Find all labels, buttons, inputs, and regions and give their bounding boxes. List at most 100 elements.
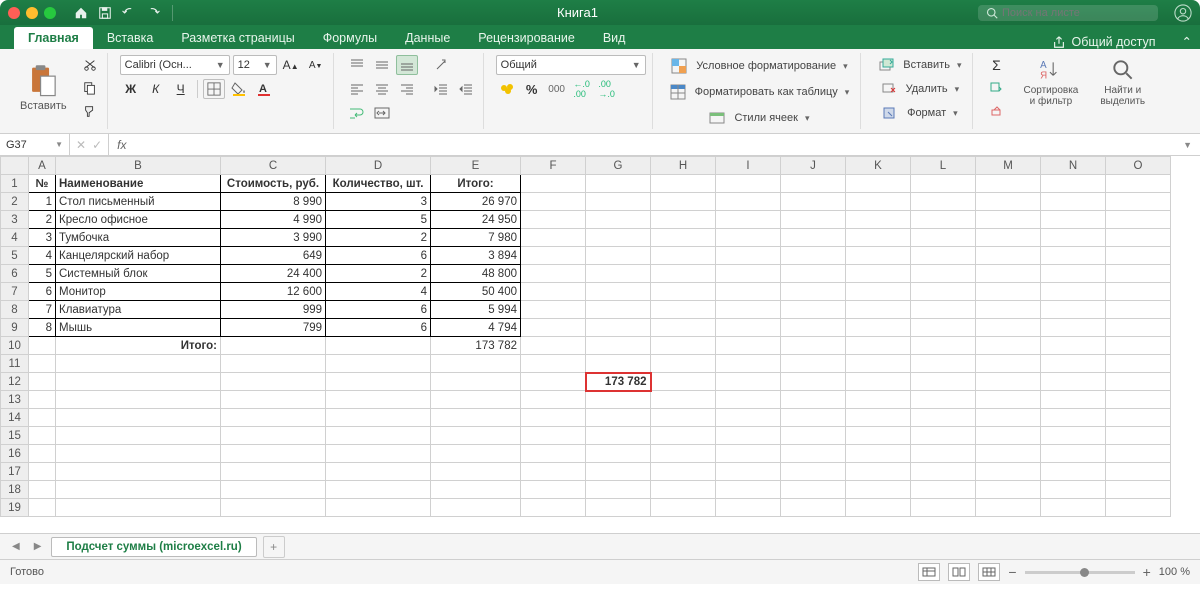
cell-B7[interactable]: Монитор xyxy=(56,283,221,301)
cell-I17[interactable] xyxy=(716,463,781,481)
cell-K15[interactable] xyxy=(846,427,911,445)
cell-E7[interactable]: 50 400 xyxy=(431,283,521,301)
fill-color-button[interactable] xyxy=(228,79,250,99)
cell-A4[interactable]: 3 xyxy=(29,229,56,247)
cell-K7[interactable] xyxy=(846,283,911,301)
cell-B13[interactable] xyxy=(56,391,221,409)
align-top-button[interactable] xyxy=(346,55,368,75)
decrease-decimal-button[interactable]: .00→.0 xyxy=(596,79,618,99)
font-color-button[interactable]: A xyxy=(253,79,275,99)
font-size-select[interactable]: 12▼ xyxy=(233,55,277,75)
tab-data[interactable]: Данные xyxy=(391,27,464,49)
fx-label[interactable]: fx xyxy=(109,138,134,152)
cell-F14[interactable] xyxy=(521,409,586,427)
cell-A3[interactable]: 2 xyxy=(29,211,56,229)
insert-cells-button[interactable]: Вставить▾ xyxy=(873,55,966,75)
cell-E11[interactable] xyxy=(431,355,521,373)
home-icon[interactable] xyxy=(72,4,90,22)
formula-input[interactable] xyxy=(134,134,1175,155)
cell-I18[interactable] xyxy=(716,481,781,499)
cell-E10[interactable]: 173 782 xyxy=(431,337,521,355)
cell-K9[interactable] xyxy=(846,319,911,337)
cell-L19[interactable] xyxy=(911,499,976,517)
cell-E1[interactable]: Итого: xyxy=(431,175,521,193)
cell-J14[interactable] xyxy=(781,409,846,427)
cell-F4[interactable] xyxy=(521,229,586,247)
cell-H10[interactable] xyxy=(651,337,716,355)
cell-A17[interactable] xyxy=(29,463,56,481)
page-break-view-button[interactable] xyxy=(978,563,1000,581)
cell-B9[interactable]: Мышь xyxy=(56,319,221,337)
cell-O13[interactable] xyxy=(1106,391,1171,409)
cell-O6[interactable] xyxy=(1106,265,1171,283)
cell-N12[interactable] xyxy=(1041,373,1106,391)
cell-E6[interactable]: 48 800 xyxy=(431,265,521,283)
currency-button[interactable] xyxy=(496,79,518,99)
cell-D5[interactable]: 6 xyxy=(326,247,431,265)
cell-K16[interactable] xyxy=(846,445,911,463)
cell-J13[interactable] xyxy=(781,391,846,409)
collapse-ribbon-icon[interactable]: ⌃ xyxy=(1182,34,1192,49)
cell-K17[interactable] xyxy=(846,463,911,481)
cell-C4[interactable]: 3 990 xyxy=(221,229,326,247)
cell-D12[interactable] xyxy=(326,373,431,391)
cell-H16[interactable] xyxy=(651,445,716,463)
cell-N16[interactable] xyxy=(1041,445,1106,463)
cell-M15[interactable] xyxy=(976,427,1041,445)
add-sheet-button[interactable]: + xyxy=(263,536,285,558)
cell-L13[interactable] xyxy=(911,391,976,409)
cell-A6[interactable]: 5 xyxy=(29,265,56,283)
cell-E12[interactable] xyxy=(431,373,521,391)
cell-C16[interactable] xyxy=(221,445,326,463)
cell-A2[interactable]: 1 xyxy=(29,193,56,211)
cell-H15[interactable] xyxy=(651,427,716,445)
cell-O19[interactable] xyxy=(1106,499,1171,517)
cell-E8[interactable]: 5 994 xyxy=(431,301,521,319)
cell-K14[interactable] xyxy=(846,409,911,427)
cell-B3[interactable]: Кресло офисное xyxy=(56,211,221,229)
cell-D13[interactable] xyxy=(326,391,431,409)
cell-C18[interactable] xyxy=(221,481,326,499)
find-select-button[interactable]: Найти и выделить xyxy=(1094,55,1151,127)
cell-J18[interactable] xyxy=(781,481,846,499)
cell-L17[interactable] xyxy=(911,463,976,481)
cell-C17[interactable] xyxy=(221,463,326,481)
cut-button[interactable] xyxy=(79,55,101,75)
cell-F5[interactable] xyxy=(521,247,586,265)
cell-B1[interactable]: Наименование xyxy=(56,175,221,193)
cell-A16[interactable] xyxy=(29,445,56,463)
cell-N2[interactable] xyxy=(1041,193,1106,211)
cell-H13[interactable] xyxy=(651,391,716,409)
cell-M2[interactable] xyxy=(976,193,1041,211)
cell-E5[interactable]: 3 894 xyxy=(431,247,521,265)
maximize-window-button[interactable] xyxy=(44,7,56,19)
cell-N8[interactable] xyxy=(1041,301,1106,319)
cell-C3[interactable]: 4 990 xyxy=(221,211,326,229)
cell-D15[interactable] xyxy=(326,427,431,445)
cell-E9[interactable]: 4 794 xyxy=(431,319,521,337)
cell-G6[interactable] xyxy=(586,265,651,283)
cell-K2[interactable] xyxy=(846,193,911,211)
cell-D4[interactable]: 2 xyxy=(326,229,431,247)
increase-font-button[interactable]: A▲ xyxy=(280,55,302,75)
cell-C15[interactable] xyxy=(221,427,326,445)
cell-B16[interactable] xyxy=(56,445,221,463)
cell-K1[interactable] xyxy=(846,175,911,193)
confirm-formula-icon[interactable]: ✓ xyxy=(92,138,102,152)
cell-G10[interactable] xyxy=(586,337,651,355)
cell-M13[interactable] xyxy=(976,391,1041,409)
cell-D16[interactable] xyxy=(326,445,431,463)
cell-F1[interactable] xyxy=(521,175,586,193)
cell-F19[interactable] xyxy=(521,499,586,517)
percent-button[interactable]: % xyxy=(521,79,543,99)
underline-button[interactable]: Ч xyxy=(170,79,192,99)
cell-C8[interactable]: 999 xyxy=(221,301,326,319)
cell-A7[interactable]: 6 xyxy=(29,283,56,301)
cell-I19[interactable] xyxy=(716,499,781,517)
cell-G12[interactable]: 173 782 xyxy=(586,373,651,391)
cell-G7[interactable] xyxy=(586,283,651,301)
cell-D2[interactable]: 3 xyxy=(326,193,431,211)
cell-J7[interactable] xyxy=(781,283,846,301)
cell-L11[interactable] xyxy=(911,355,976,373)
cell-F8[interactable] xyxy=(521,301,586,319)
